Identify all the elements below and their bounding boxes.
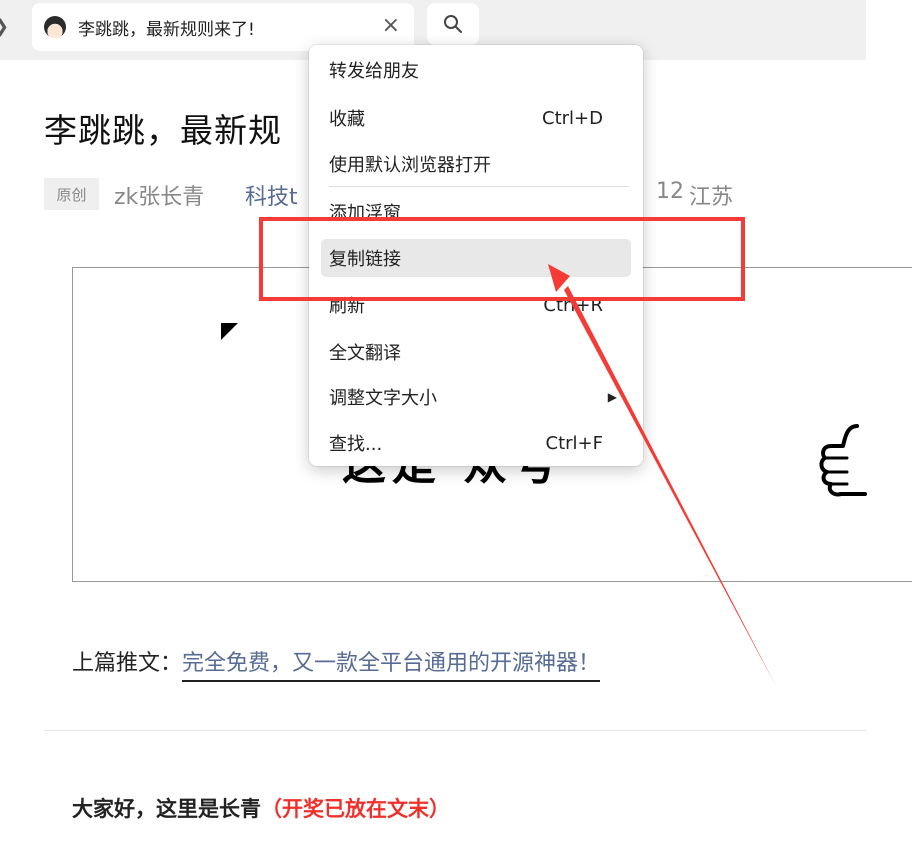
annotation-arrow-icon — [548, 264, 776, 686]
